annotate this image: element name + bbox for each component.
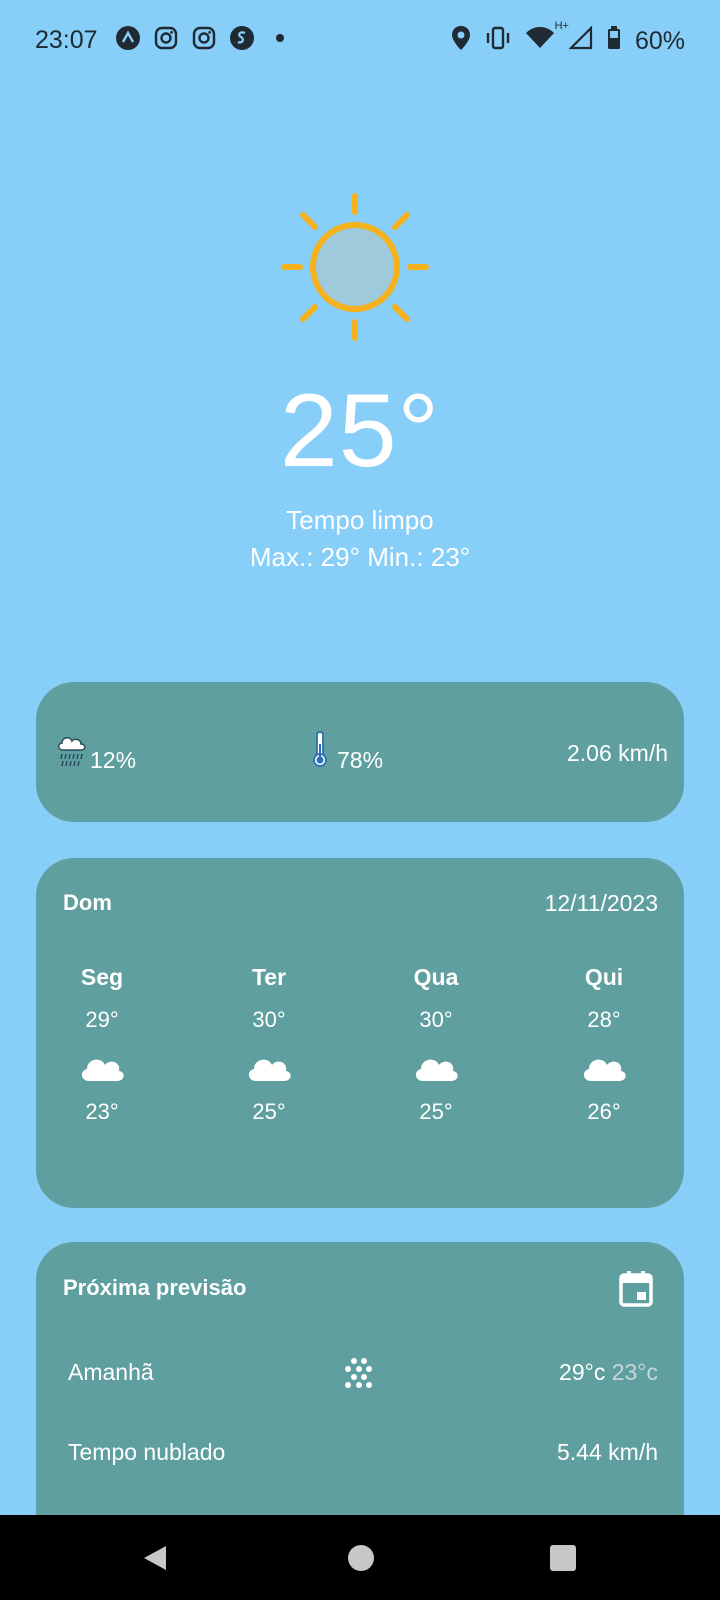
forecast-day: Ter 30° 25° xyxy=(209,964,329,1125)
week-forecast-card: Dom 12/11/2023 Seg 29° 23° Ter 30° 25° Q… xyxy=(36,858,684,1208)
system-icons: H+ 60% xyxy=(451,20,685,58)
instagram-icon xyxy=(191,25,217,51)
vibrate-icon xyxy=(485,26,511,57)
back-button[interactable] xyxy=(140,1543,170,1573)
forecast-day: Qui 28° 26° xyxy=(544,964,664,1125)
signal-icon xyxy=(568,25,593,57)
rain-stat: 12% xyxy=(54,732,136,774)
snow-icon xyxy=(342,1357,374,1391)
cloud-icon xyxy=(579,1047,629,1087)
calendar-icon[interactable] xyxy=(618,1270,654,1308)
day-min: 25° xyxy=(419,1099,453,1124)
rain-cloud-icon xyxy=(54,732,90,774)
next-condition: Tempo nublado xyxy=(68,1439,226,1465)
cloud-icon xyxy=(411,1047,461,1087)
thermometer-icon xyxy=(311,730,329,774)
day-max: 28° xyxy=(587,1007,621,1032)
recents-button[interactable] xyxy=(550,1545,576,1571)
battery-percent: 60% xyxy=(634,27,685,55)
day-name: Seg xyxy=(80,964,124,990)
day-name: Ter xyxy=(251,964,287,990)
sun-icon xyxy=(280,192,430,342)
current-temperature: 25° xyxy=(279,373,441,489)
day-min: 26° xyxy=(587,1099,621,1124)
next-forecast-title: Próxima previsão xyxy=(63,1275,247,1300)
current-date: 12/11/2023 xyxy=(544,890,658,916)
current-condition: Tempo limpo xyxy=(286,505,434,535)
day-name: Qua xyxy=(413,964,459,990)
next-max: 29°c xyxy=(559,1359,606,1385)
day-max: 30° xyxy=(419,1007,453,1032)
humidity-stat: 78% xyxy=(311,730,383,774)
navigation-bar xyxy=(0,1515,720,1600)
day-name: Qui xyxy=(584,964,624,990)
notification-icons xyxy=(115,25,293,51)
current-maxmin: Max.: 29° Min.: 23° xyxy=(249,542,471,572)
day-min: 25° xyxy=(252,1099,286,1124)
cloud-icon xyxy=(244,1047,294,1087)
next-day-label: Amanhã xyxy=(68,1359,154,1385)
wifi-icon: H+ xyxy=(525,20,569,57)
stats-card: 12% 78% 2.06 km/h xyxy=(36,682,684,822)
next-wind: 5.44 km/h xyxy=(557,1439,658,1465)
dot-icon xyxy=(267,25,293,51)
status-bar: 23:07 H+ 60% xyxy=(0,0,720,80)
wind-value: 2.06 km/h xyxy=(567,740,668,766)
next-min: 23°c xyxy=(611,1359,658,1385)
app-icon xyxy=(115,25,141,51)
day-min: 23° xyxy=(85,1099,119,1124)
rain-value: 12% xyxy=(90,747,137,773)
location-icon xyxy=(451,25,471,58)
day-max: 30° xyxy=(252,1007,286,1032)
battery-icon xyxy=(607,26,621,57)
cloud-icon xyxy=(77,1047,127,1087)
shazam-icon xyxy=(229,25,255,51)
next-temps: 29°c 23°c xyxy=(559,1359,658,1386)
instagram-icon xyxy=(153,25,179,51)
status-time: 23:07 xyxy=(35,26,98,54)
forecast-day: Qua 30° 25° xyxy=(376,964,496,1125)
wind-stat: 2.06 km/h xyxy=(567,740,668,767)
home-button[interactable] xyxy=(348,1545,374,1571)
current-day: Dom xyxy=(63,890,112,915)
day-max: 29° xyxy=(85,1007,119,1032)
network-type: H+ xyxy=(554,20,569,32)
forecast-day: Seg 29° 23° xyxy=(42,964,162,1125)
humidity-value: 78% xyxy=(337,747,384,773)
